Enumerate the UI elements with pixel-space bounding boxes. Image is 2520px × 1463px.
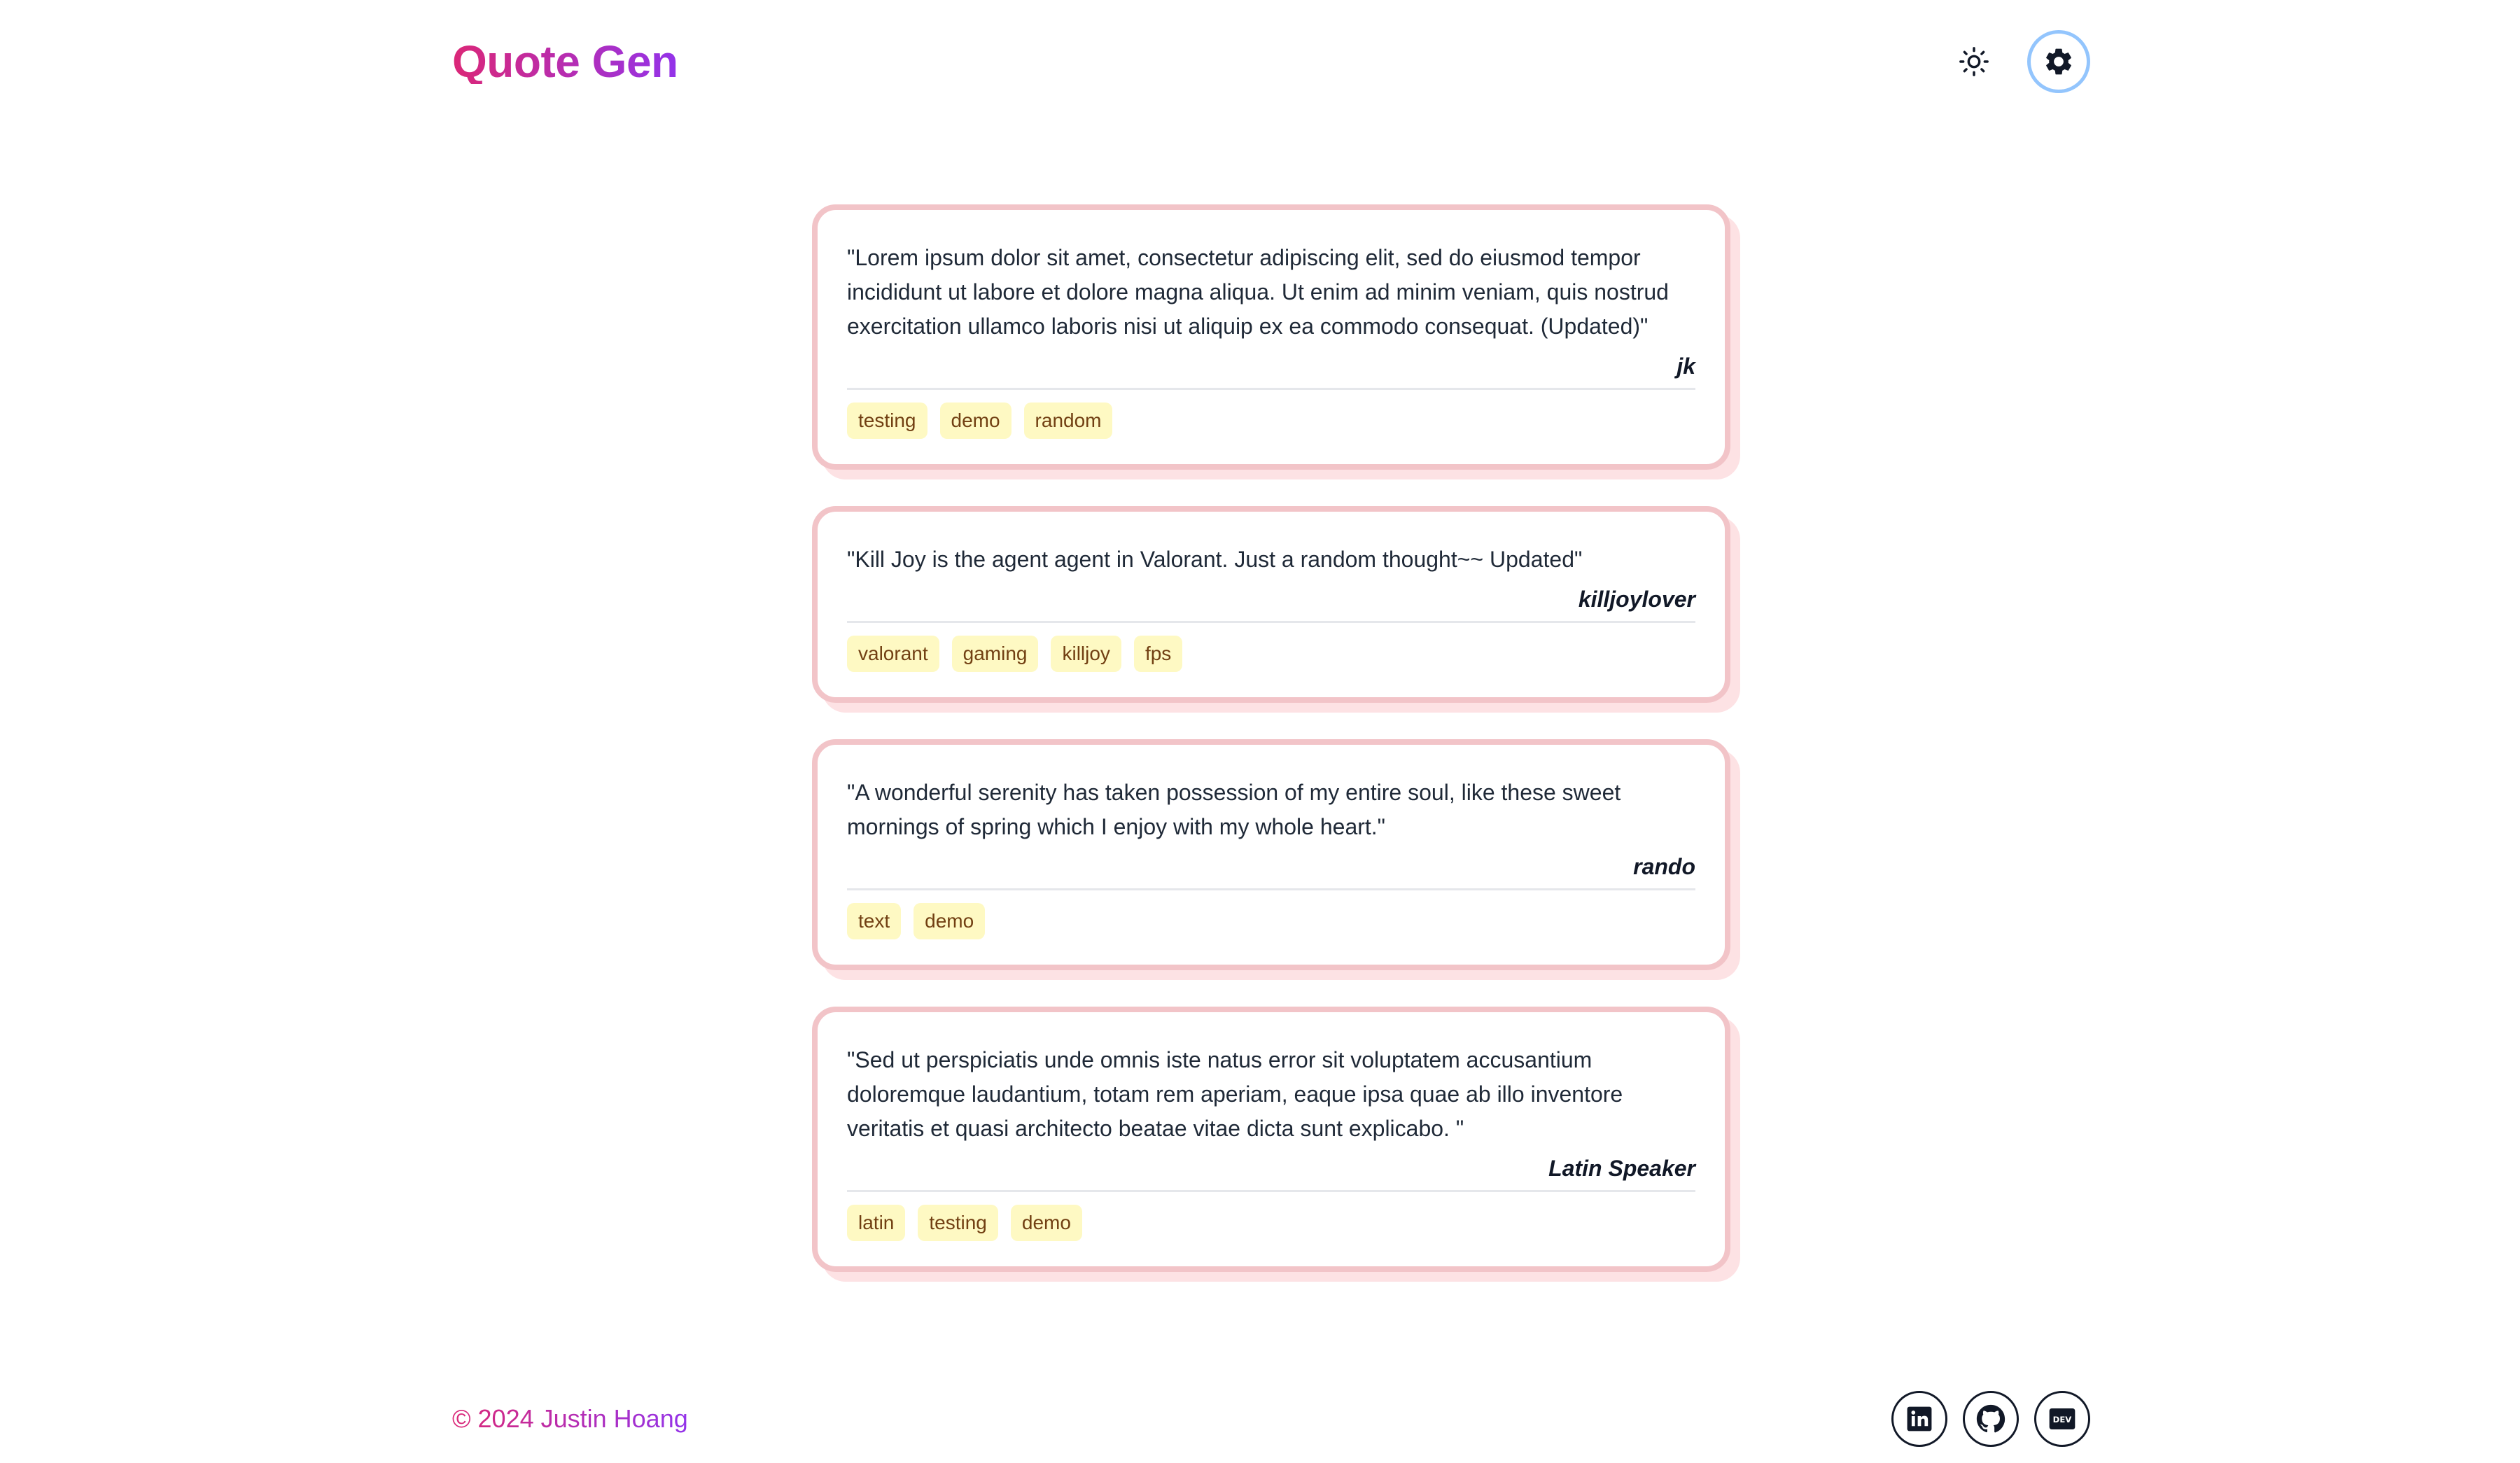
tag[interactable]: killjoy [1051,636,1121,672]
tag[interactable]: fps [1133,636,1183,672]
github-icon [1976,1404,2005,1433]
copyright-text: © 2024 Justin Hoang [452,1404,688,1433]
tag[interactable]: text [847,903,902,939]
quote-author: rando [847,854,1695,890]
quote-text: "Sed ut perspiciatis unde omnis iste nat… [847,1047,1623,1141]
svg-text:DEV: DEV [2053,1415,2072,1424]
quote-text: "A wonderful serenity has taken possessi… [847,780,1621,839]
tag[interactable]: demo [939,402,1011,439]
tag[interactable]: testing [918,1205,998,1241]
linkedin-link[interactable] [1891,1391,1947,1447]
quote-author: jk [847,354,1695,390]
quote-text: "Lorem ipsum dolor sit amet, consectetur… [847,245,1669,339]
header-actions [1952,30,2090,93]
dev-link[interactable]: DEV [2034,1391,2090,1447]
quote-list: "Lorem ipsum dolor sit amet, consectetur… [812,204,1730,1272]
footer: © 2024 Justin Hoang DEV [452,1387,2090,1450]
header: Quote Gen [452,27,2090,97]
github-link[interactable] [1963,1391,2019,1447]
settings-button[interactable] [2027,30,2090,93]
quote-card[interactable]: "A wonderful serenity has taken possessi… [812,739,1730,970]
dev-icon: DEV [2049,1408,2076,1429]
tag-list: text demo [847,903,1695,939]
social-links: DEV [1891,1391,2090,1447]
tag[interactable]: gaming [951,636,1039,672]
tag[interactable]: latin [847,1205,906,1241]
linkedin-icon [1907,1406,1932,1432]
tag-list: latin testing demo [847,1205,1695,1241]
quote-card[interactable]: "Kill Joy is the agent agent in Valorant… [812,506,1730,703]
quote-author: killjoylover [847,587,1695,623]
tag[interactable]: demo [1010,1205,1082,1241]
tag[interactable]: random [1023,402,1113,439]
tag[interactable]: testing [847,402,927,439]
tag-list: testing demo random [847,402,1695,439]
gear-icon [2046,48,2071,75]
page: Quote Gen "Lorem ipsum dolor sit amet, c… [0,0,2520,1463]
theme-toggle-button[interactable] [1952,39,1996,84]
quote-text: "Kill Joy is the agent agent in Valorant… [847,547,1583,572]
quote-card[interactable]: "Sed ut perspiciatis unde omnis iste nat… [812,1007,1730,1272]
quote-card[interactable]: "Lorem ipsum dolor sit amet, consectetur… [812,204,1730,470]
app-logo[interactable]: Quote Gen [452,39,678,84]
tag[interactable]: valorant [847,636,939,672]
tag-list: valorant gaming killjoy fps [847,636,1695,672]
tag[interactable]: demo [913,903,986,939]
quote-author: Latin Speaker [847,1156,1695,1192]
sun-icon [1959,47,1989,76]
